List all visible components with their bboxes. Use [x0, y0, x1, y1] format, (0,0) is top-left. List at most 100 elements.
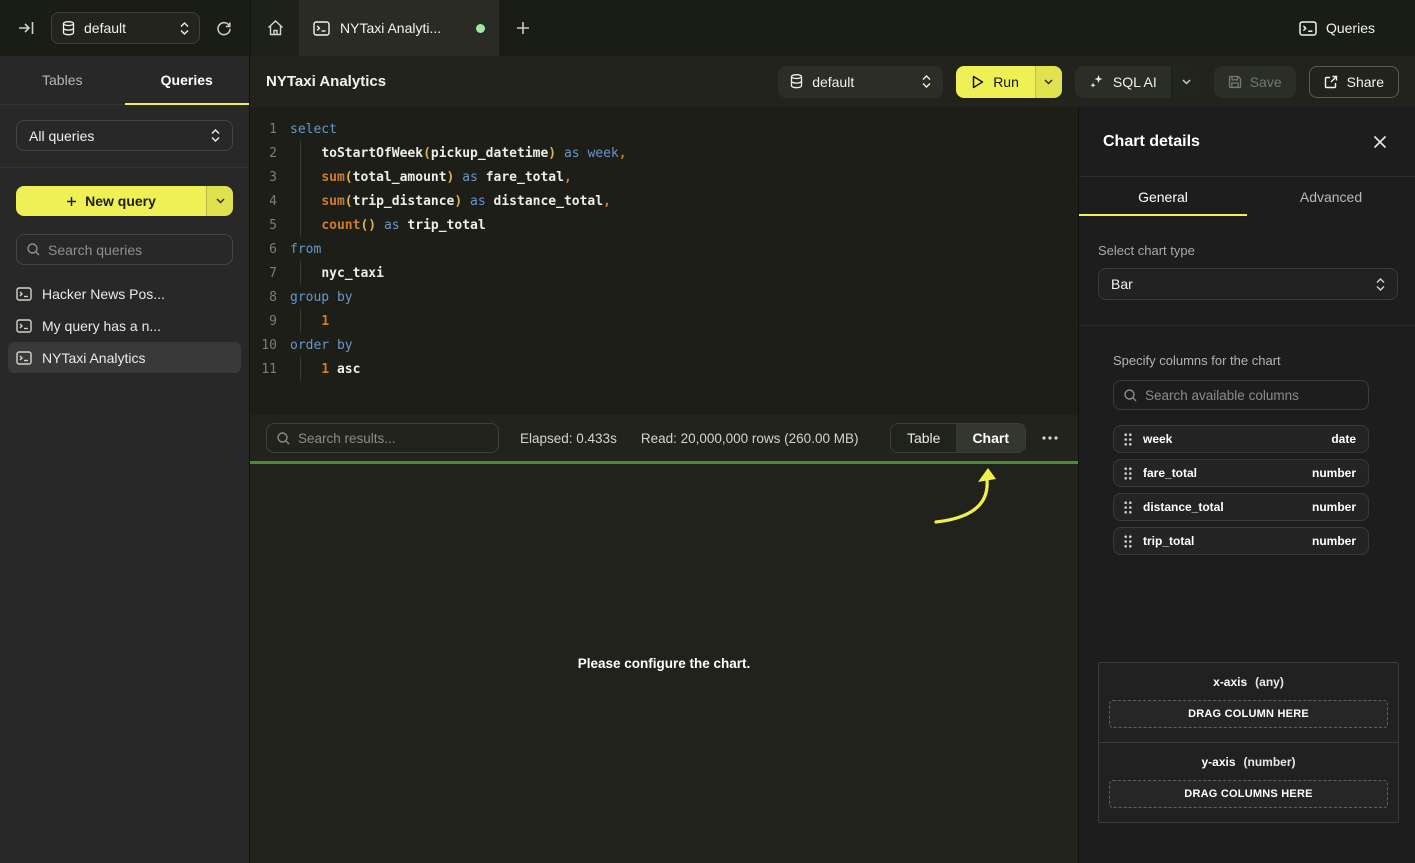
new-query-dropdown-icon[interactable] [206, 186, 233, 216]
query-list-item[interactable]: NYTaxi Analytics [8, 342, 241, 373]
terminal-icon [16, 287, 32, 301]
axes-config: x-axis (any) DRAG COLUMN HERE y-axis (nu… [1098, 662, 1399, 823]
column-type: date [1331, 432, 1356, 446]
column-chip[interactable]: fare_total number [1113, 459, 1369, 487]
x-axis-type: (any) [1255, 675, 1284, 689]
new-query-button[interactable]: New query [16, 186, 206, 216]
x-axis-drop-zone[interactable]: DRAG COLUMN HERE [1109, 700, 1388, 728]
run-dropdown-icon[interactable] [1035, 66, 1062, 98]
query-search-input[interactable] [48, 242, 229, 258]
code-line[interactable]: 1select [250, 117, 1078, 141]
query-search [16, 234, 233, 265]
view-toggle: Table Chart [890, 423, 1026, 453]
search-icon [27, 243, 40, 256]
terminal-icon [313, 21, 330, 36]
terminal-icon [16, 319, 32, 333]
home-button[interactable] [251, 0, 299, 56]
results-search-input[interactable] [298, 431, 488, 446]
read-stat: Read: 20,000,000 rows (260.00 MB) [641, 431, 859, 446]
results-toolbar: Elapsed: 0.433s Read: 20,000,000 rows (2… [250, 415, 1078, 461]
column-chip[interactable]: distance_total number [1113, 493, 1369, 521]
tab-tables[interactable]: Tables [0, 56, 125, 104]
collapse-sidebar-icon[interactable] [14, 17, 39, 39]
sql-ai-dropdown-icon[interactable] [1171, 66, 1201, 98]
sidebar-tabs: Tables Queries [0, 56, 249, 105]
topbar: default NYTaxi Analyti... Queries [0, 0, 1415, 56]
sql-ai-split-button: SQL AI [1075, 66, 1201, 98]
column-type: number [1312, 466, 1356, 480]
column-name: week [1143, 432, 1172, 446]
code-line[interactable]: 6from [250, 237, 1078, 261]
code-line[interactable]: 8group by [250, 285, 1078, 309]
column-type: number [1312, 500, 1356, 514]
code-line[interactable]: 9 1 [250, 309, 1078, 333]
y-axis-type: (number) [1244, 755, 1296, 769]
more-options-icon[interactable] [1038, 432, 1062, 444]
sql-ai-label: SQL AI [1113, 74, 1157, 90]
tab-nytaxi-analytics[interactable]: NYTaxi Analyti... [299, 0, 499, 56]
results-search [266, 423, 499, 453]
close-icon[interactable] [1369, 131, 1391, 153]
column-chip[interactable]: week date [1113, 425, 1369, 453]
query-list-item[interactable]: My query has a n... [0, 310, 249, 341]
tab-advanced[interactable]: Advanced [1247, 177, 1415, 216]
database-icon [790, 74, 803, 89]
drag-handle-icon[interactable] [1124, 501, 1132, 514]
columns-label: Specify columns for the chart [1113, 353, 1369, 368]
query-filter-select[interactable]: All queries [16, 120, 233, 151]
share-button[interactable]: Share [1309, 66, 1399, 98]
query-item-label: My query has a n... [42, 318, 161, 334]
sql-editor[interactable]: 1select2 toStartOfWeek(pickup_datetime) … [250, 107, 1078, 415]
chart-type-select[interactable]: Bar [1098, 268, 1398, 300]
view-chart-button[interactable]: Chart [956, 424, 1025, 452]
code-line[interactable]: 10order by [250, 333, 1078, 357]
drag-handle-icon[interactable] [1124, 535, 1132, 548]
y-axis-drop-zone[interactable]: DRAG COLUMNS HERE [1109, 780, 1388, 808]
code-line[interactable]: 7 nyc_taxi [250, 261, 1078, 285]
query-list-item[interactable]: Hacker News Pos... [0, 278, 249, 309]
save-button[interactable]: Save [1214, 66, 1296, 98]
code-line[interactable]: 5 count() as trip_total [250, 213, 1078, 237]
unsaved-dot [476, 24, 485, 33]
save-icon [1228, 75, 1242, 89]
chart-panel-header: Chart details [1079, 107, 1415, 177]
code-line[interactable]: 3 sum(total_amount) as fare_total, [250, 165, 1078, 189]
new-query-split-button: New query [16, 186, 233, 216]
new-query-label: New query [85, 193, 156, 209]
topbar-queries-button[interactable]: Queries [1299, 0, 1415, 56]
divider [0, 167, 249, 168]
columns-search-input[interactable] [1145, 388, 1358, 403]
tab-general[interactable]: General [1079, 177, 1247, 216]
sql-ai-button[interactable]: SQL AI [1075, 66, 1171, 98]
new-tab-icon[interactable] [499, 0, 547, 56]
terminal-icon [1299, 21, 1317, 36]
column-chip[interactable]: trip_total number [1113, 527, 1369, 555]
query-item-label: NYTaxi Analytics [42, 350, 145, 366]
code-line[interactable]: 4 sum(trip_distance) as distance_total, [250, 189, 1078, 213]
code-line[interactable]: 11 1 asc [250, 357, 1078, 381]
divider [1079, 325, 1415, 326]
sparkles-icon [1089, 74, 1104, 89]
search-icon [1124, 389, 1137, 402]
play-icon [972, 75, 984, 89]
content-header: NYTaxi Analytics default Run [250, 56, 1415, 107]
query-list: Hacker News Pos... My query has a n... N… [0, 278, 249, 373]
view-table-button[interactable]: Table [891, 424, 956, 452]
drag-handle-icon[interactable] [1124, 433, 1132, 446]
header-database-selector[interactable]: default [778, 66, 943, 98]
drag-handle-icon[interactable] [1124, 467, 1132, 480]
run-split-button: Run [956, 66, 1062, 98]
code-line[interactable]: 2 toStartOfWeek(pickup_datetime) as week… [250, 141, 1078, 165]
columns-search [1113, 380, 1369, 410]
refresh-icon[interactable] [212, 16, 236, 40]
database-icon [62, 21, 75, 36]
save-label: Save [1250, 74, 1282, 90]
column-type: number [1312, 534, 1356, 548]
run-button[interactable]: Run [956, 66, 1035, 98]
topbar-database-selector[interactable]: default [51, 12, 200, 44]
tab-queries[interactable]: Queries [125, 56, 250, 104]
topbar-queries-label: Queries [1326, 20, 1375, 36]
share-icon [1324, 75, 1338, 89]
search-icon [277, 432, 290, 445]
tab-title: NYTaxi Analyti... [340, 20, 441, 36]
